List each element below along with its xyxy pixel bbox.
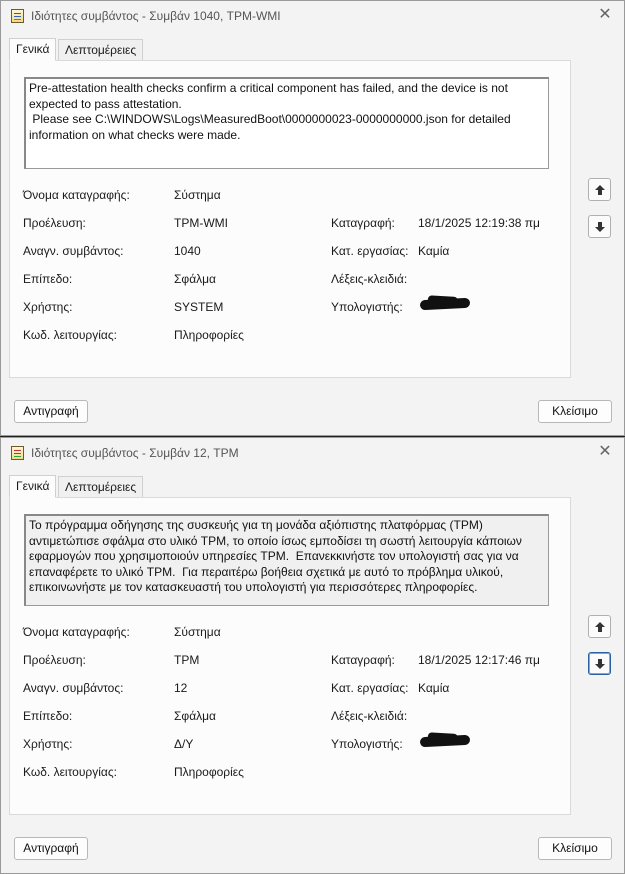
event-viewer-icon bbox=[11, 446, 24, 460]
source-value: TPM bbox=[174, 653, 200, 667]
general-panel: Το πρόγραμμα οδήγησης της συσκευής για τ… bbox=[9, 497, 571, 815]
general-panel: Pre-attestation health checks confirm a … bbox=[9, 60, 571, 378]
opcode-value: Πληροφορίες bbox=[174, 328, 244, 342]
arrow-up-icon bbox=[595, 622, 605, 632]
tab-details[interactable]: Λεπτομέρειες bbox=[58, 39, 144, 61]
level-label: Επίπεδο: bbox=[23, 272, 73, 286]
task-category-value: Καμία bbox=[418, 244, 450, 258]
copy-button[interactable]: Αντιγραφή bbox=[14, 400, 88, 423]
event-id-value: 12 bbox=[174, 681, 188, 695]
level-value: Σφάλμα bbox=[174, 272, 216, 286]
keywords-label: Λέξεις-κλειδιά: bbox=[331, 272, 408, 286]
user-label: Χρήστης: bbox=[23, 737, 73, 751]
computer-label: Υπολογιστής: bbox=[331, 737, 403, 751]
event-viewer-icon bbox=[11, 9, 24, 23]
logged-label: Καταγραφή: bbox=[331, 653, 395, 667]
copy-button[interactable]: Αντιγραφή bbox=[14, 837, 88, 860]
title-bar: Ιδιότητες συμβάντος - Συμβάν 1040, TPM-W… bbox=[1, 1, 624, 31]
event-properties-window-1: Ιδιότητες συμβάντος - Συμβάν 1040, TPM-W… bbox=[0, 0, 625, 436]
computer-label: Υπολογιστής: bbox=[331, 300, 403, 314]
event-id-label: Αναγν. συμβάντος: bbox=[23, 681, 124, 695]
log-name-value: Σύστημα bbox=[174, 625, 221, 639]
next-event-button[interactable] bbox=[588, 215, 611, 238]
user-value: SYSTEM bbox=[174, 300, 224, 314]
tab-details[interactable]: Λεπτομέρειες bbox=[58, 476, 144, 498]
close-button[interactable]: Κλείσιμο bbox=[538, 837, 612, 860]
redacted-computer-name bbox=[419, 297, 471, 311]
logged-value: 18/1/2025 12:19:38 πμ bbox=[418, 216, 540, 230]
task-category-label: Κατ. εργασίας: bbox=[331, 681, 409, 695]
opcode-label: Κωδ. λειτουργίας: bbox=[23, 765, 117, 779]
opcode-label: Κωδ. λειτουργίας: bbox=[23, 328, 117, 342]
event-description[interactable]: Pre-attestation health checks confirm a … bbox=[24, 77, 549, 169]
arrow-down-icon bbox=[595, 659, 605, 669]
next-event-button[interactable] bbox=[588, 652, 611, 675]
window-title: Ιδιότητες συμβάντος - Συμβάν 1040, TPM-W… bbox=[31, 9, 281, 23]
previous-event-button[interactable] bbox=[588, 178, 611, 201]
source-label: Προέλευση: bbox=[23, 216, 86, 230]
log-name-label: Όνομα καταγραφής: bbox=[23, 188, 130, 202]
task-category-label: Κατ. εργασίας: bbox=[331, 244, 409, 258]
arrow-up-icon bbox=[595, 185, 605, 195]
event-description[interactable]: Το πρόγραμμα οδήγησης της συσκευής για τ… bbox=[24, 514, 549, 606]
level-value: Σφάλμα bbox=[174, 709, 216, 723]
event-properties-window-2: Ιδιότητες συμβάντος - Συμβάν 12, TPM ✕ Γ… bbox=[0, 437, 625, 874]
source-label: Προέλευση: bbox=[23, 653, 86, 667]
log-name-label: Όνομα καταγραφής: bbox=[23, 625, 130, 639]
tab-general[interactable]: Γενικά bbox=[9, 38, 57, 61]
tab-general[interactable]: Γενικά bbox=[9, 475, 57, 498]
logged-value: 18/1/2025 12:17:46 πμ bbox=[418, 653, 540, 667]
user-label: Χρήστης: bbox=[23, 300, 73, 314]
source-value: TPM-WMI bbox=[174, 216, 228, 230]
level-label: Επίπεδο: bbox=[23, 709, 73, 723]
close-icon[interactable]: ✕ bbox=[594, 442, 616, 462]
event-id-value: 1040 bbox=[174, 244, 201, 258]
previous-event-button[interactable] bbox=[588, 615, 611, 638]
title-bar: Ιδιότητες συμβάντος - Συμβάν 12, TPM ✕ bbox=[1, 438, 624, 468]
user-value: Δ/Υ bbox=[174, 737, 194, 751]
opcode-value: Πληροφορίες bbox=[174, 765, 244, 779]
close-button[interactable]: Κλείσιμο bbox=[538, 400, 612, 423]
close-icon[interactable]: ✕ bbox=[594, 5, 616, 25]
log-name-value: Σύστημα bbox=[174, 188, 221, 202]
keywords-label: Λέξεις-κλειδιά: bbox=[331, 709, 408, 723]
arrow-down-icon bbox=[595, 222, 605, 232]
logged-label: Καταγραφή: bbox=[331, 216, 395, 230]
redacted-computer-name bbox=[419, 734, 471, 748]
window-title: Ιδιότητες συμβάντος - Συμβάν 12, TPM bbox=[31, 446, 239, 460]
task-category-value: Καμία bbox=[418, 681, 450, 695]
event-id-label: Αναγν. συμβάντος: bbox=[23, 244, 124, 258]
